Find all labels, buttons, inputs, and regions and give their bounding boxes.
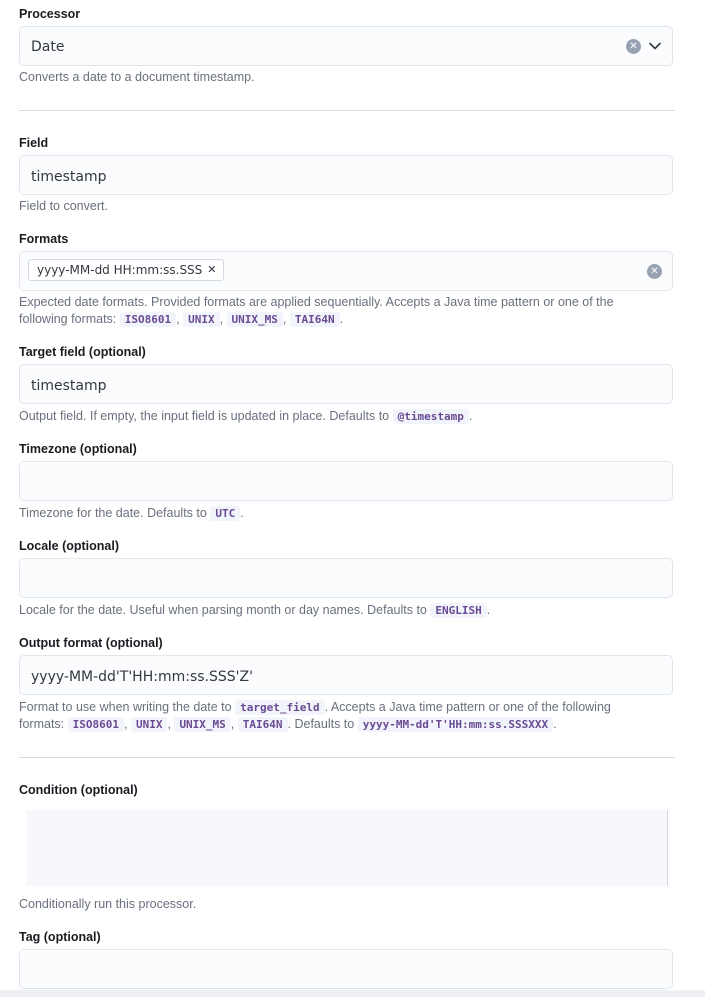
- code-unix-ms: UNIX_MS: [174, 717, 231, 732]
- formats-combobox[interactable]: yyyy-MM-dd HH:mm:ss.SSS ✕ ✕: [19, 251, 673, 291]
- code-timestamp: @timestamp: [392, 409, 469, 424]
- condition-code-editor[interactable]: [27, 810, 668, 886]
- clear-icon[interactable]: ✕: [626, 39, 641, 54]
- code-unix: UNIX: [183, 312, 220, 327]
- code-default-format: yyyy-MM-dd'T'HH:mm:ss.SSSXXX: [357, 717, 554, 732]
- target-field-input[interactable]: timestamp: [19, 364, 673, 404]
- format-pill: yyyy-MM-dd HH:mm:ss.SSS ✕: [28, 259, 224, 281]
- output-format-input[interactable]: yyyy-MM-dd'T'HH:mm:ss.SSS'Z': [19, 655, 673, 695]
- locale-help: Locale for the date. Useful when parsing…: [19, 602, 659, 619]
- code-target-field: target_field: [235, 700, 325, 715]
- sep: ,: [176, 312, 180, 326]
- code-iso8601: ISO8601: [119, 312, 177, 327]
- processor-label: Processor: [19, 7, 81, 21]
- code-tai64n: TAI64N: [237, 717, 288, 732]
- code-unix-ms: UNIX_MS: [226, 312, 283, 327]
- chevron-down-icon[interactable]: [648, 39, 662, 53]
- tag-input[interactable]: [19, 949, 673, 989]
- code-iso8601: ISO8601: [67, 717, 124, 732]
- target-field-input-value: timestamp: [31, 378, 107, 394]
- output-format-help-text: . Defaults to: [287, 717, 355, 731]
- code-english: ENGLISH: [430, 603, 487, 618]
- output-format-help-text: formats:: [19, 717, 65, 731]
- sep: ,: [230, 717, 235, 731]
- sep: ,: [282, 312, 287, 326]
- timezone-help: Timezone for the date. Defaults to UTC.: [19, 505, 659, 522]
- period: .: [240, 506, 244, 520]
- output-format-help-text: . Accepts a Java time pattern or one of …: [324, 700, 611, 714]
- target-field-help-text: Output field. If empty, the input field …: [19, 409, 390, 423]
- target-field-label: Target field (optional): [19, 345, 146, 359]
- code-utc: UTC: [210, 506, 241, 521]
- locale-input[interactable]: [19, 558, 673, 598]
- processor-select[interactable]: Date ✕: [19, 26, 673, 66]
- field-label: Field: [19, 136, 49, 150]
- locale-help-text: Locale for the date. Useful when parsing…: [19, 603, 427, 617]
- bottom-bar: [0, 990, 705, 997]
- tag-label: Tag (optional): [19, 930, 101, 944]
- timezone-label: Timezone (optional): [19, 442, 137, 456]
- processor-select-value: Date: [31, 39, 65, 55]
- target-field-help: Output field. If empty, the input field …: [19, 408, 659, 425]
- output-format-input-value: yyyy-MM-dd'T'HH:mm:ss.SSS'Z': [31, 669, 253, 685]
- timezone-input[interactable]: [19, 461, 673, 501]
- timezone-help-text: Timezone for the date. Defaults to: [19, 506, 207, 520]
- output-format-label: Output format (optional): [19, 636, 163, 650]
- divider: [19, 110, 675, 111]
- formats-help: Expected date formats. Provided formats …: [19, 294, 659, 328]
- sep: ,: [124, 717, 128, 731]
- pill-remove-icon[interactable]: ✕: [207, 260, 216, 280]
- code-tai64n: TAI64N: [289, 312, 340, 327]
- clear-icon[interactable]: ✕: [647, 264, 662, 279]
- condition-label: Condition (optional): [19, 783, 138, 797]
- condition-help: Conditionally run this processor.: [19, 897, 197, 911]
- field-input-value: timestamp: [31, 169, 107, 185]
- code-unix: UNIX: [130, 717, 168, 732]
- format-pill-label: yyyy-MM-dd HH:mm:ss.SSS: [37, 263, 203, 277]
- output-format-help-text: Format to use when writing the date to: [19, 700, 232, 714]
- sep: ,: [219, 312, 224, 326]
- output-format-help: Format to use when writing the date to t…: [19, 699, 659, 733]
- formats-label: Formats: [19, 232, 69, 246]
- sep: ,: [167, 717, 171, 731]
- processor-help: Converts a date to a document timestamp.: [19, 70, 255, 84]
- field-help: Field to convert.: [19, 199, 108, 213]
- field-input[interactable]: timestamp: [19, 155, 673, 195]
- period: .: [468, 409, 473, 423]
- locale-label: Locale (optional): [19, 539, 119, 553]
- period: .: [553, 717, 557, 731]
- period: .: [339, 312, 344, 326]
- period: .: [486, 603, 491, 617]
- divider: [19, 757, 675, 758]
